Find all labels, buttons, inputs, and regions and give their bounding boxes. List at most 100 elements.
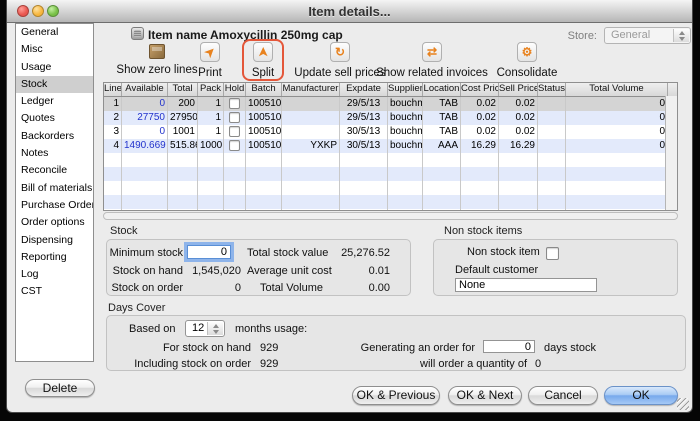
sidebar-item-backorders[interactable]: Backorders (16, 128, 93, 145)
cell-total-volume (566, 195, 668, 209)
hold-checkbox[interactable] (229, 112, 240, 123)
including-stock-on-order-label: Including stock on order (117, 358, 251, 370)
cell-available (122, 181, 168, 195)
table-empty-row[interactable] (104, 167, 677, 181)
window-title: Item details... (7, 4, 692, 19)
table-row[interactable]: 41490.669515.86910001005108YXKP30/5/13bo… (104, 139, 677, 153)
stock-group-label: Stock (110, 225, 138, 237)
hold-checkbox[interactable] (229, 98, 240, 109)
sidebar-item-cst[interactable]: CST (16, 283, 93, 300)
sidebar-item-notes[interactable]: Notes (16, 145, 93, 162)
store-select[interactable]: General (604, 27, 691, 44)
cell-hold (224, 209, 246, 211)
column-header-cost-price[interactable]: Cost Price (461, 83, 499, 96)
table-row[interactable]: 227750279501100510829/5/13bouchmTAB0.020… (104, 111, 677, 125)
cell-hold (224, 139, 246, 153)
hold-checkbox[interactable] (229, 140, 240, 151)
cell-sell-price (499, 195, 538, 209)
gear-icon: ⚙ (517, 42, 537, 62)
title-bar: Item details... (7, 0, 692, 23)
cell-total-volume: 0 (566, 97, 668, 111)
ok-previous-button[interactable]: OK & Previous (352, 386, 440, 405)
column-header-expdate[interactable]: Expdate (340, 83, 388, 96)
table-empty-row[interactable] (104, 209, 677, 211)
default-customer-input[interactable] (455, 278, 597, 292)
cell-pack (198, 167, 224, 181)
column-header-hold[interactable]: Hold (224, 83, 246, 96)
column-header-status[interactable]: Status (538, 83, 566, 96)
generating-order-label: Generating an order for (355, 342, 475, 354)
months-stepper[interactable]: 12 (185, 320, 225, 337)
sidebar-item-general[interactable]: General (16, 24, 93, 41)
table-empty-row[interactable] (104, 195, 677, 209)
column-header-batch[interactable]: Batch (246, 83, 282, 96)
window-resize-grip[interactable] (677, 398, 689, 410)
table-row[interactable]: 3010011100510830/5/13bouchmTAB0.020.020 (104, 125, 677, 139)
non-stock-item-checkbox[interactable] (546, 247, 559, 260)
table-horizontal-scrollbar[interactable] (103, 212, 678, 220)
column-header-total-volume[interactable]: Total Volume (566, 83, 668, 96)
cell-available (122, 153, 168, 167)
sidebar-item-stock[interactable]: Stock (16, 76, 93, 93)
average-unit-cost-value: 0.01 (313, 265, 390, 277)
consolidate-button[interactable]: ⚙ Consolidate (470, 42, 584, 79)
hold-checkbox[interactable] (229, 126, 240, 137)
cell-sell-price: 0.02 (499, 125, 538, 139)
item-details-window: Item details... GeneralMiscUsageStockLed… (6, 0, 693, 413)
cell-pack (198, 153, 224, 167)
cell-hold (224, 167, 246, 181)
cell-status (538, 209, 566, 211)
sidebar-item-ledger[interactable]: Ledger (16, 93, 93, 110)
stock-on-hand-value: 1,545,020 (187, 265, 241, 277)
column-header-total[interactable]: Total (168, 83, 198, 96)
sidebar-item-purchase-orders[interactable]: Purchase Orders (16, 197, 93, 214)
table-empty-row[interactable] (104, 153, 677, 167)
table-row[interactable]: 102001100510829/5/13bouchmTAB0.020.020 (104, 97, 677, 111)
cell-total (168, 195, 198, 209)
cell-expdate (340, 167, 388, 181)
minimum-stock-input[interactable] (187, 245, 231, 259)
cell-available (122, 167, 168, 181)
sidebar-item-quotes[interactable]: Quotes (16, 110, 93, 127)
column-header-pack[interactable]: Pack (198, 83, 224, 96)
cell-total-volume (566, 167, 668, 181)
sidebar-item-misc[interactable]: Misc (16, 41, 93, 58)
column-header-location[interactable]: Location (423, 83, 461, 96)
days-stock-input[interactable] (483, 340, 535, 353)
cell-available: 0 (122, 125, 168, 139)
sidebar-item-bill-of-materials[interactable]: Bill of materials (16, 180, 93, 197)
sidebar-item-dispensing[interactable]: Dispensing (16, 232, 93, 249)
sidebar-item-order-options[interactable]: Order options (16, 214, 93, 231)
months-value: 12 (192, 322, 204, 334)
cell-location: TAB (423, 111, 461, 125)
cell-location (423, 209, 461, 211)
sidebar-item-log[interactable]: Log (16, 266, 93, 283)
column-header-manufacturer[interactable]: Manufacturer (282, 83, 340, 96)
cell-expdate (340, 195, 388, 209)
ok-next-button[interactable]: OK & Next (448, 386, 522, 405)
ok-button[interactable]: OK (604, 386, 678, 405)
sidebar-item-reconcile[interactable]: Reconcile (16, 162, 93, 179)
column-header-line[interactable]: Line (104, 83, 122, 96)
cell-pack: 1000 (198, 139, 224, 153)
sidebar-item-reporting[interactable]: Reporting (16, 249, 93, 266)
column-header-sell-price[interactable]: Sell Price (499, 83, 538, 96)
table-vertical-scrollbar[interactable] (665, 96, 677, 210)
column-header-supplier[interactable]: Supplier (388, 83, 423, 96)
invoice-transfer-icon: ⇄ (422, 42, 442, 62)
cell-location (423, 181, 461, 195)
sidebar-item-usage[interactable]: Usage (16, 59, 93, 76)
cancel-button[interactable]: Cancel (528, 386, 598, 405)
table-empty-row[interactable] (104, 181, 677, 195)
delete-button[interactable]: Delete (25, 379, 95, 397)
column-header-available[interactable]: Available (122, 83, 168, 96)
cell-line (104, 195, 122, 209)
print-arrow-icon: ➤ (200, 42, 220, 62)
cell-batch (246, 209, 282, 211)
cell-manufacturer (282, 209, 340, 211)
cell-supplier (388, 167, 423, 181)
cell-manufacturer: YXKP (282, 139, 340, 153)
cell-expdate: 30/5/13 (340, 139, 388, 153)
cell-expdate: 29/5/13 (340, 97, 388, 111)
cell-cost-price (461, 167, 499, 181)
